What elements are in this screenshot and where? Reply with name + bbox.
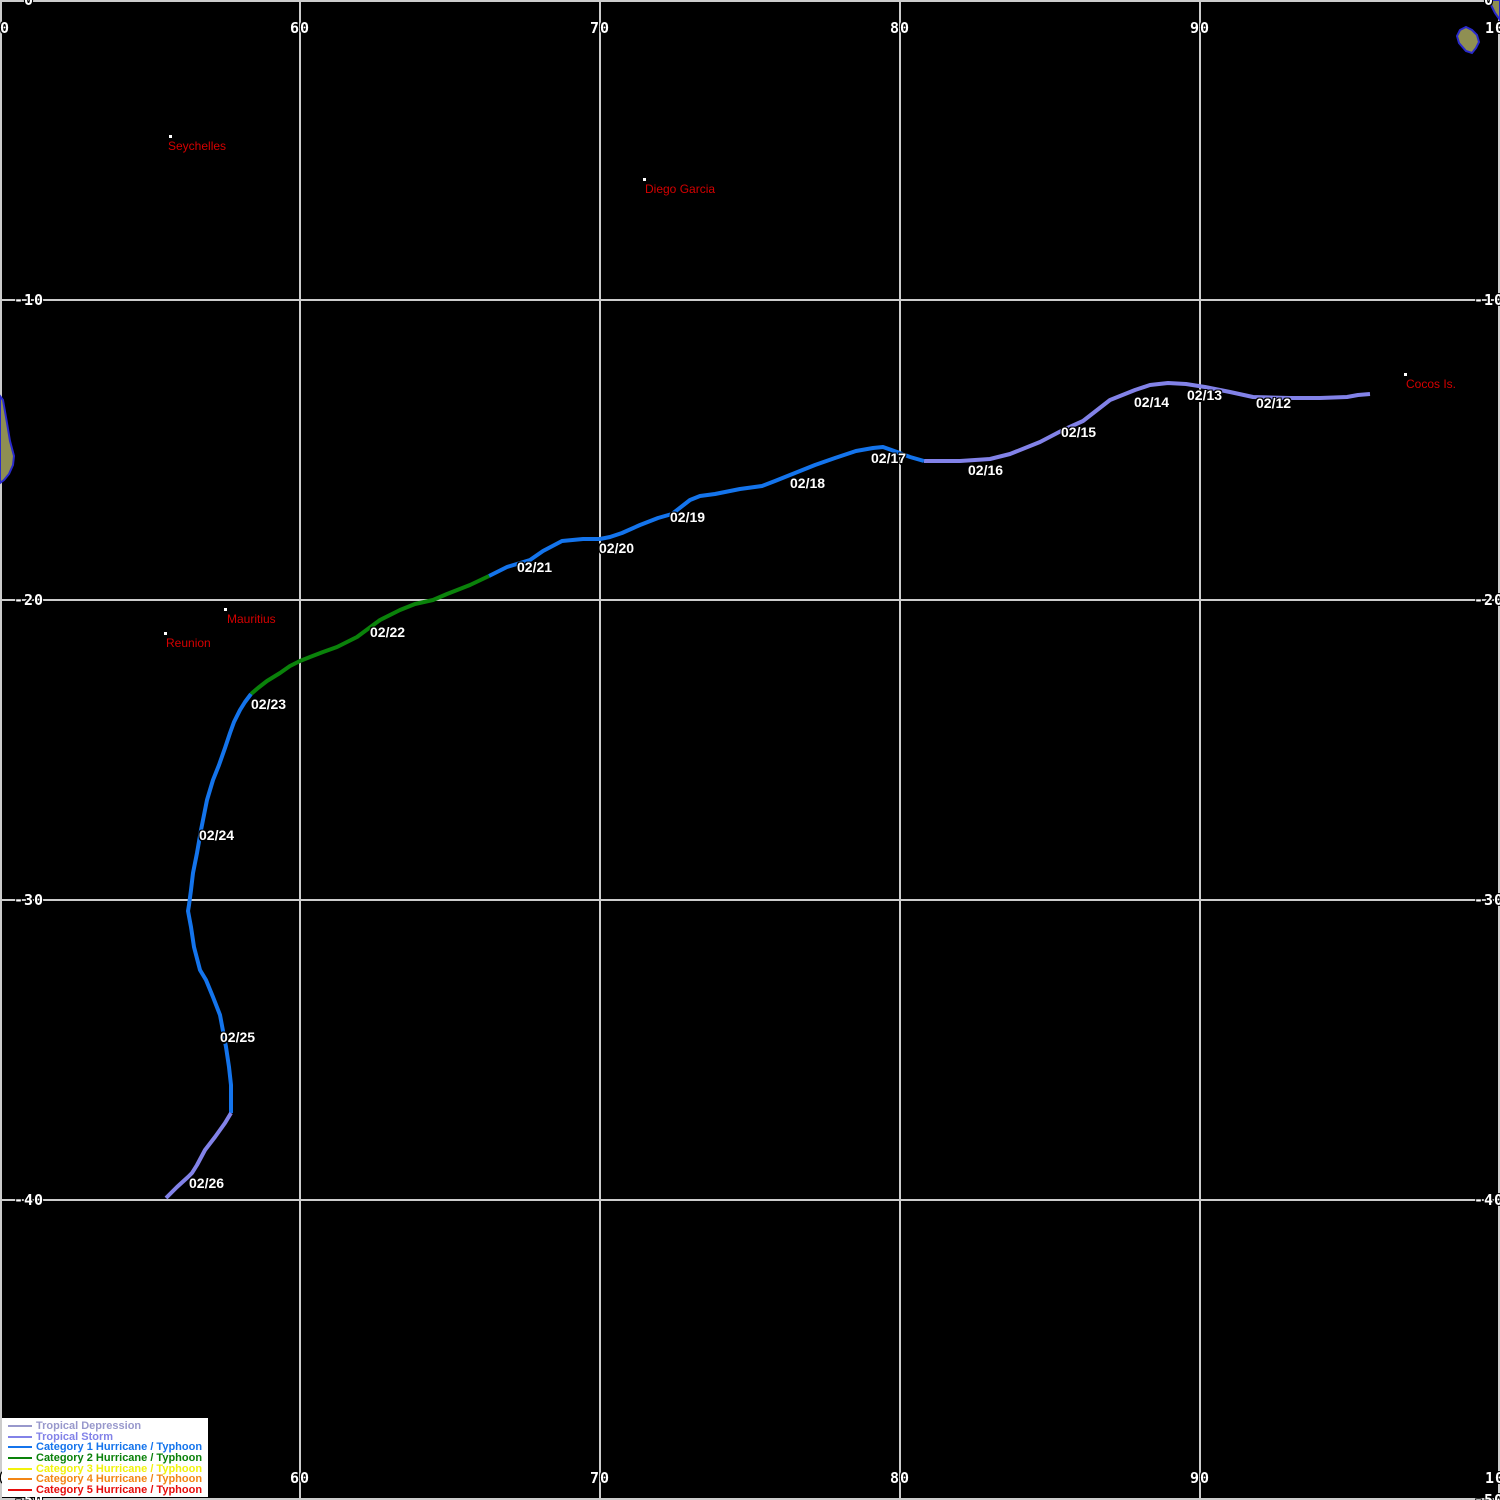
map-label-layer: 506070809010050607080901000-10-20-30-40-… [0,0,1500,1500]
lat-tick-label-left: 0 [23,0,35,9]
lon-tick-label-bottom: 100 [1484,1469,1500,1487]
lon-tick-label-bottom: 90 [1189,1469,1211,1487]
track-date-label: 02/20 [599,540,635,556]
lat-tick-label-right: -20 [1473,591,1500,609]
legend-item: Tropical Depression [8,1421,208,1432]
lon-tick-label-bottom: 60 [289,1469,311,1487]
track-date-label: 02/12 [1256,395,1292,411]
legend-swatch-cat4 [8,1478,32,1481]
lon-tick-label-bottom: 70 [589,1469,611,1487]
legend-label: Category 5 Hurricane / Typhoon [36,1483,203,1496]
place-label: Reunion [166,636,211,650]
track-date-label: 02/15 [1061,424,1097,440]
track-date-label: 02/16 [968,462,1004,478]
lon-tick-label-bottom: 80 [889,1469,911,1487]
lon-tick-label-top: 100 [1484,19,1500,37]
lon-tick-label-top: 90 [1189,19,1211,37]
place-label: Diego Garcia [645,182,716,196]
lat-tick-label-right: -30 [1473,891,1500,909]
lat-tick-label-left: -10 [13,291,45,309]
lon-tick-label-top: 80 [889,19,911,37]
place-label: Cocos Is. [1406,377,1457,391]
track-date-label: 02/24 [199,827,235,843]
legend-label: Category 4 Hurricane / Typhoon [36,1473,203,1486]
legend-swatch-td [8,1425,32,1428]
legend-item: Category 5 Hurricane / Typhoon [8,1483,208,1496]
track-date-label: 02/19 [670,509,706,525]
place-label: Seychelles [168,139,227,153]
lat-tick-label-right: -10 [1473,291,1500,309]
legend-swatch-cat5 [8,1488,32,1491]
legend-swatch-cat2 [8,1457,32,1460]
legend-label: Category 1 Hurricane / Typhoon [36,1441,203,1454]
legend-label: Tropical Storm [36,1430,114,1443]
lon-tick-label-top: 50 [0,19,11,37]
track-date-label: 02/17 [871,450,907,466]
track-date-label: 02/23 [251,696,287,712]
legend-item: Category 2 Hurricane / Typhoon [8,1453,208,1464]
lat-tick-label-right: 0 [1483,0,1495,9]
storm-track-map: 506070809010050607080901000-10-20-30-40-… [0,0,1500,1500]
legend-label: Category 2 Hurricane / Typhoon [36,1452,203,1465]
lon-tick-label-top: 60 [289,19,311,37]
track-date-label: 02/18 [790,475,826,491]
lat-tick-label-left: -20 [13,591,45,609]
track-date-label: 02/26 [189,1175,225,1191]
legend-swatch-ts [8,1435,32,1438]
track-date-label: 02/25 [220,1029,256,1045]
lat-tick-label-left: -30 [13,891,45,909]
legend-swatch-cat1 [8,1446,32,1449]
storm-category-legend: Tropical Depression Tropical Storm Categor… [2,1418,208,1497]
lon-tick-label-top: 70 [589,19,611,37]
legend-item: Category 4 Hurricane / Typhoon [8,1474,208,1485]
lat-tick-label-right: -50 [1473,1491,1500,1500]
legend-label: Category 3 Hurricane / Typhoon [36,1462,203,1475]
track-date-label: 02/14 [1134,394,1170,410]
lat-tick-label-left: -40 [13,1191,45,1209]
track-date-label: 02/13 [1187,387,1223,403]
track-date-label: 02/22 [370,624,406,640]
lat-tick-label-right: -40 [1473,1191,1500,1209]
legend-label: Tropical Depression [36,1420,142,1433]
legend-swatch-cat3 [8,1467,32,1470]
track-date-label: 02/21 [517,559,553,575]
place-label: Mauritius [227,612,276,626]
